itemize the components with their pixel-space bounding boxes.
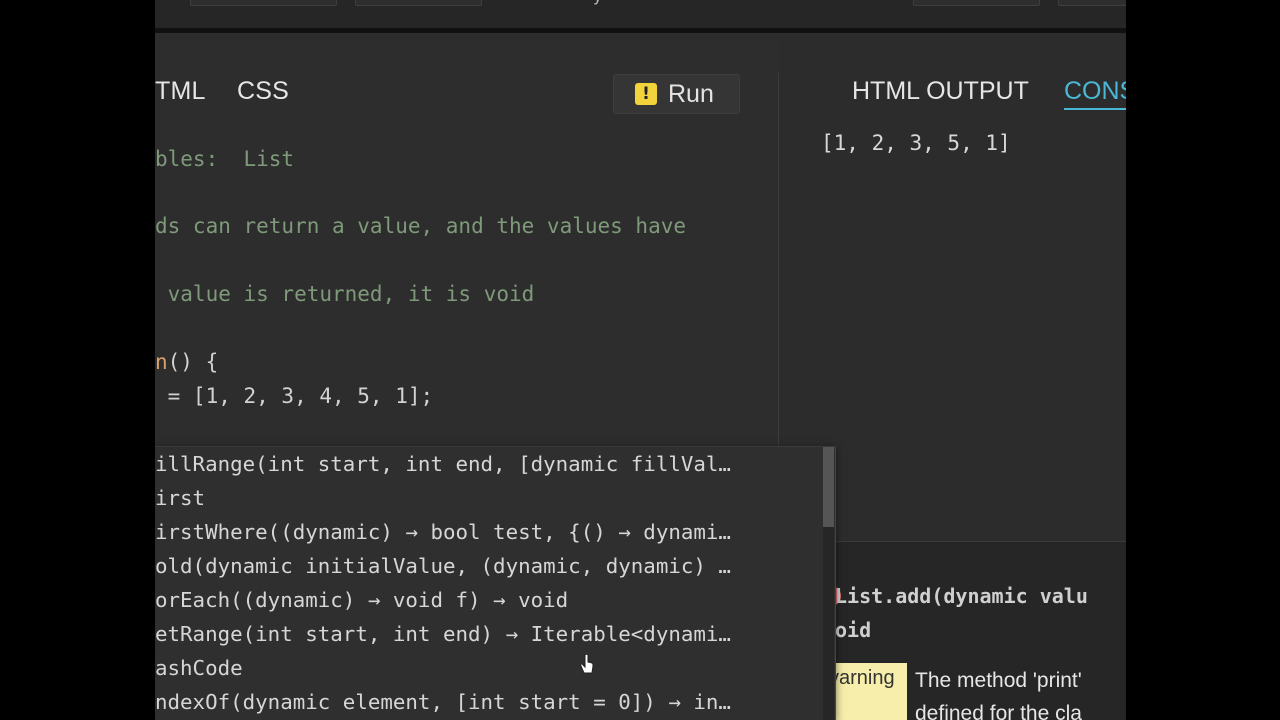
autocomplete-popup: illRange(int start, int end, [dynamic fi… xyxy=(155,446,836,720)
doc-signature: List.add(dynamic valu xyxy=(835,584,1088,608)
autocomplete-item[interactable]: old(dynamic initialValue, (dynamic, dyna… xyxy=(155,549,810,583)
tab-console[interactable]: CONS xyxy=(1064,77,1126,110)
top-toolbar: y xyxy=(155,0,1126,33)
toolbar-button-1[interactable] xyxy=(190,0,337,6)
mouse-pointer-hand-icon xyxy=(580,654,594,674)
autocomplete-item[interactable]: illRange(int start, int end, [dynamic fi… xyxy=(155,447,810,481)
toolbar-button-4[interactable] xyxy=(1058,0,1126,6)
autocomplete-item[interactable]: irst xyxy=(155,481,810,515)
code-line[interactable]: ds can return a value, and the values ha… xyxy=(155,209,778,243)
main-area: TML CSS ! Run bles: List ds can return a… xyxy=(155,33,1126,720)
code-line[interactable]: n() { xyxy=(155,345,778,379)
warning-message[interactable]: The method 'print' defined for the cla xyxy=(915,664,1126,720)
tab-html-output[interactable]: HTML OUTPUT xyxy=(852,77,1029,106)
autocomplete-scrollbar-thumb[interactable] xyxy=(823,447,834,527)
warning-message-line-1: The method 'print' xyxy=(915,669,1082,692)
autocomplete-item[interactable]: irstWhere((dynamic) → bool test, {() → d… xyxy=(155,515,810,549)
autocomplete-item[interactable]: etRange(int start, int end) → Iterable<d… xyxy=(155,617,810,651)
code-line[interactable]: value is returned, it is void xyxy=(155,277,778,311)
toolbar-button-3[interactable] xyxy=(913,0,1040,6)
warning-badge: varning xyxy=(825,663,907,720)
code-line[interactable]: bles: List xyxy=(155,142,778,176)
code-text: () { xyxy=(167,350,219,374)
warning-exclamation-icon: ! xyxy=(635,83,657,105)
function-name-fragment: n xyxy=(155,350,168,374)
doc-return-type: oid xyxy=(835,618,872,642)
console-output-line: [1, 2, 3, 5, 1] xyxy=(821,131,1011,155)
toolbar-title-fragment: y xyxy=(593,0,602,5)
tab-html[interactable]: TML xyxy=(155,77,206,106)
autocomplete-item[interactable]: orEach((dynamic) → void f) → void xyxy=(155,583,810,617)
tab-css[interactable]: CSS xyxy=(237,77,289,106)
autocomplete-item[interactable]: ashCode xyxy=(155,651,810,685)
run-button[interactable]: ! Run xyxy=(613,74,740,114)
dartpad-window: y TML CSS ! Run bles: List ds can return… xyxy=(155,0,1126,720)
autocomplete-item[interactable]: ndexOf(dynamic element, [int start = 0])… xyxy=(155,685,810,719)
toolbar-button-2[interactable] xyxy=(355,0,482,6)
code-line[interactable]: = [1, 2, 3, 4, 5, 1]; xyxy=(155,379,778,413)
warning-message-line-2: defined for the cla xyxy=(915,702,1082,720)
run-button-label: Run xyxy=(668,80,714,108)
problems-panel: List.add(dynamic valu oid varning The me… xyxy=(821,541,1126,720)
